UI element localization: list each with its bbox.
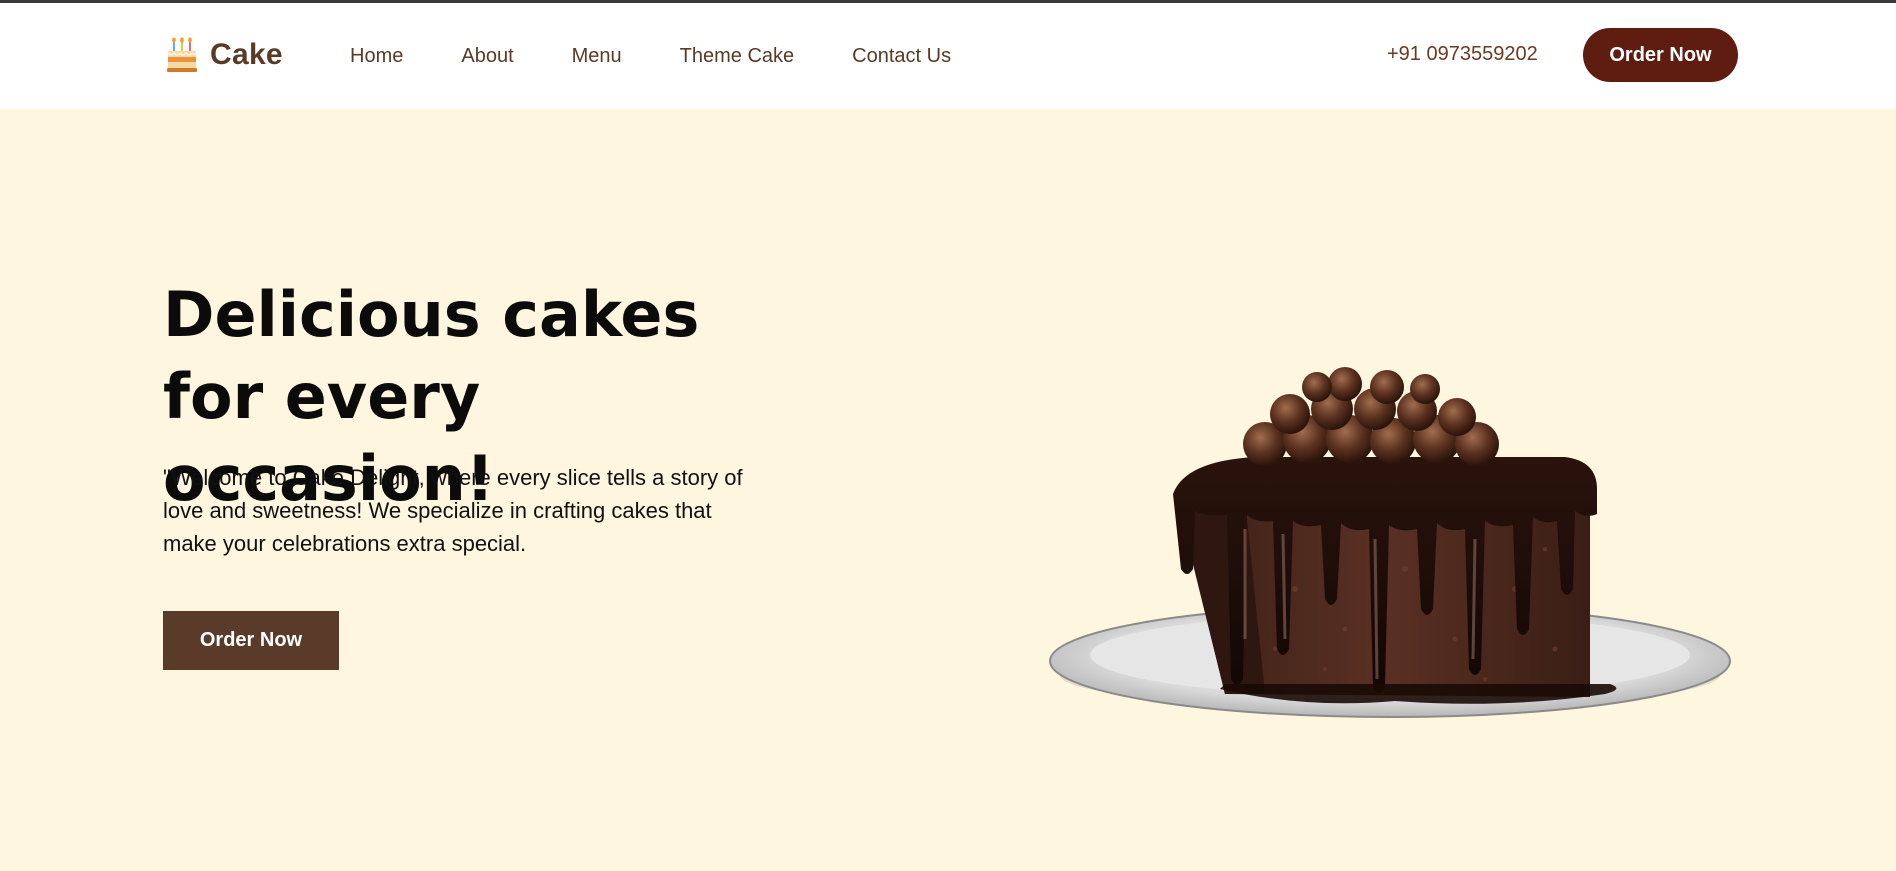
nav-about[interactable]: About xyxy=(461,45,513,68)
nav-menu[interactable]: Menu xyxy=(572,45,622,68)
navbar: Cake Home About Menu Theme Cake Contact … xyxy=(0,3,1896,109)
nav-theme-cake[interactable]: Theme Cake xyxy=(680,45,795,68)
header-order-now-button[interactable]: Order Now xyxy=(1583,28,1738,82)
brand-logo-link[interactable]: Cake xyxy=(166,37,283,73)
nav-home[interactable]: Home xyxy=(350,45,403,68)
hero-order-now-button[interactable]: Order Now xyxy=(163,611,339,670)
hero-description: "Welcome to Cake Delight, where every sl… xyxy=(163,465,743,556)
nav-contact-us[interactable]: Contact Us xyxy=(852,45,951,68)
hero-section: Delicious cakes for every occasion! "Wel… xyxy=(0,109,1896,871)
main-nav: Home About Menu Theme Cake Contact Us xyxy=(350,3,1009,109)
phone-number[interactable]: +91 0973559202 xyxy=(1387,43,1538,66)
brand-name: Cake xyxy=(210,38,283,71)
chocolate-cake-image xyxy=(1049,367,1731,718)
birthday-cake-icon xyxy=(167,37,197,72)
